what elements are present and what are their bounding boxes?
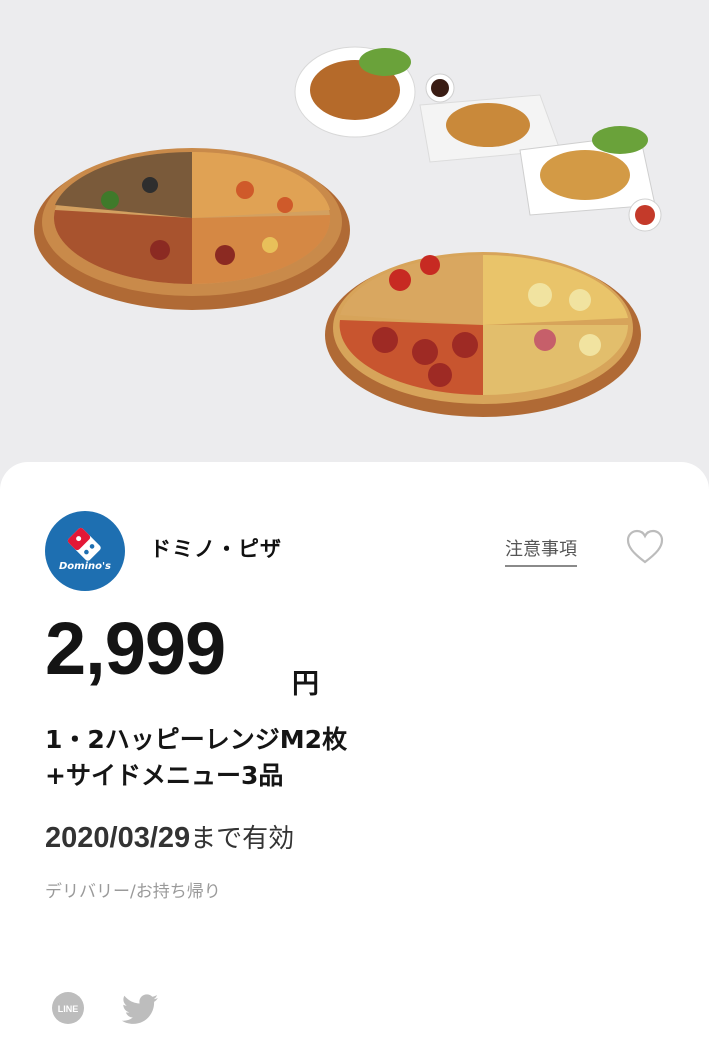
dominos-logo: Domino's: [45, 511, 125, 591]
line-icon-label: LINE: [58, 1004, 79, 1014]
validity-date: 2020/03/29: [45, 822, 191, 854]
offer-line-2: +サイドメニュー3品: [45, 761, 284, 790]
validity: 2020/03/29まで有効: [45, 818, 294, 855]
favorite-button[interactable]: [625, 528, 665, 566]
offer-title: 1・2ハッピーレンジM2枚 +サイドメニュー3品: [45, 722, 347, 794]
price-amount: 2,999: [45, 607, 226, 690]
hero-image: [0, 0, 709, 480]
shop-name[interactable]: ドミノ・ピザ: [150, 533, 282, 563]
notes-link[interactable]: 注意事項: [505, 535, 577, 567]
offer-line-1: 1・2ハッピーレンジM2枚: [45, 725, 348, 754]
twitter-share-button[interactable]: [120, 992, 160, 1024]
price-unit: 円: [292, 669, 319, 700]
twitter-bird-icon: [121, 994, 158, 1024]
line-icon: LINE: [52, 992, 84, 1024]
domino-tile-icon: [67, 527, 101, 561]
validity-suffix: まで有効: [190, 824, 295, 854]
logo-text: Domino's: [58, 561, 112, 572]
pizza-photo: [34, 46, 662, 417]
heart-icon: [626, 529, 664, 564]
service-type: デリバリー/お持ち帰り: [45, 882, 221, 902]
line-share-button[interactable]: LINE: [52, 992, 84, 1024]
